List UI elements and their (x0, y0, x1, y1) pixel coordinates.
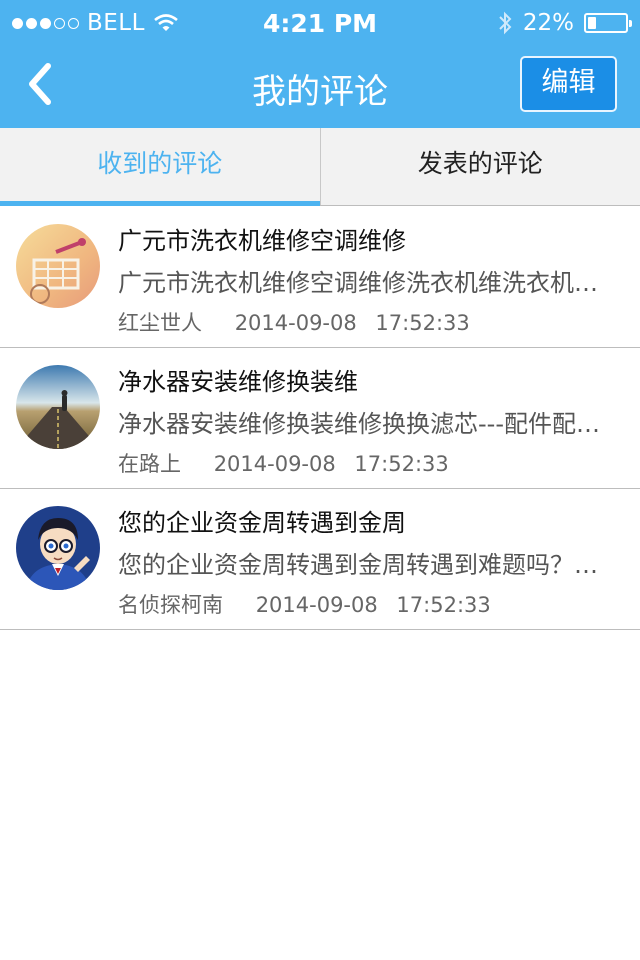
bluetooth-icon (499, 11, 512, 35)
status-right: 22% (497, 10, 632, 36)
battery-percent: 22% (522, 10, 574, 36)
avatar (16, 365, 100, 449)
navigation-bar: 我的评论 编辑 (0, 48, 640, 128)
comment-tabs: 收到的评论 发表的评论 (0, 128, 640, 206)
comment-author: 名侦探柯南 (118, 593, 223, 617)
bicycle-basket-photo-icon (16, 224, 100, 308)
edit-button[interactable]: 编辑 (520, 56, 617, 112)
detective-conan-avatar-icon (16, 506, 100, 590)
comment-author: 红尘世人 (118, 311, 202, 335)
status-bar: BELL 4:21 PM 22% (0, 0, 640, 48)
comment-date: 2014-09-08 (234, 311, 357, 335)
comment-title: 广元市洗衣机维修空调维修 (118, 227, 406, 255)
comment-date: 2014-09-08 (213, 452, 336, 476)
comment-date: 2014-09-08 (255, 593, 378, 617)
comment-preview: 广元市洗衣机维修空调维修洗衣机维洗衣机维修 (118, 269, 614, 297)
road-runner-photo-icon (16, 365, 100, 449)
comment-time: 17:52:33 (375, 311, 470, 335)
battery-icon (584, 13, 632, 33)
avatar (16, 224, 100, 308)
comment-preview: 净水器安装维修换装维修换换滤芯---配件配件配件 (118, 410, 614, 438)
comment-time: 17:52:33 (396, 593, 491, 617)
comment-item[interactable]: 净水器安装维修换装维 净水器安装维修换装维修换换滤芯---配件配件配件 在路上 … (0, 348, 640, 489)
comment-list: 广元市洗衣机维修空调维修 广元市洗衣机维修空调维修洗衣机维洗衣机维修 红尘世人 … (0, 207, 640, 630)
comment-preview: 您的企业资金周转遇到金周转遇到难题吗？难题吗 (118, 551, 614, 579)
comment-time: 17:52:33 (354, 452, 449, 476)
app-header: BELL 4:21 PM 22% 我的评论 编辑 (0, 0, 640, 128)
comment-meta: 名侦探柯南 2014-09-08 17:52:33 (118, 589, 491, 619)
battery-fill (588, 17, 596, 29)
comment-item[interactable]: 广元市洗衣机维修空调维修 广元市洗衣机维修空调维修洗衣机维洗衣机维修 红尘世人 … (0, 207, 640, 348)
comment-title: 您的企业资金周转遇到金周 (118, 509, 406, 537)
avatar (16, 506, 100, 590)
comment-meta: 在路上 2014-09-08 17:52:33 (118, 448, 449, 478)
comment-author: 在路上 (118, 452, 181, 476)
comment-item[interactable]: 您的企业资金周转遇到金周 您的企业资金周转遇到金周转遇到难题吗？难题吗 名侦探柯… (0, 489, 640, 630)
comment-meta: 红尘世人 2014-09-08 17:52:33 (118, 307, 470, 337)
tab-received-comments[interactable]: 收到的评论 (0, 128, 320, 206)
comment-title: 净水器安装维修换装维 (118, 368, 358, 396)
battery-tip (629, 20, 632, 27)
tab-posted-comments[interactable]: 发表的评论 (321, 128, 640, 205)
